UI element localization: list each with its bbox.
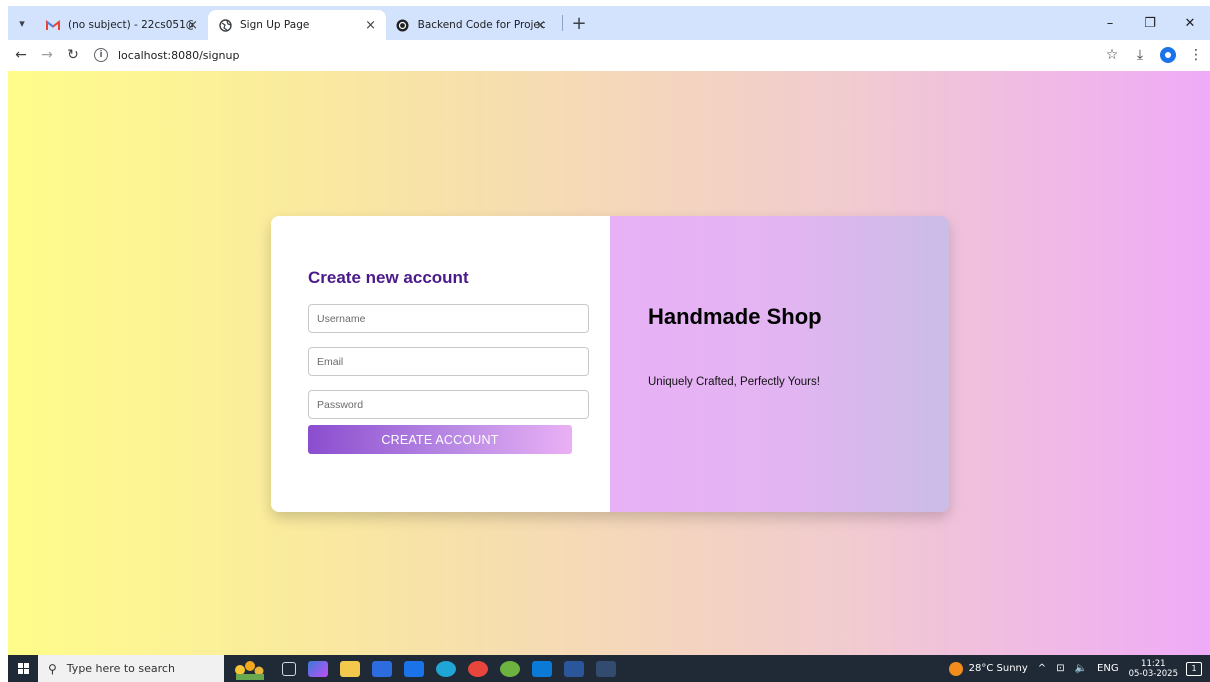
tab-separator	[562, 15, 563, 31]
pinned-apps	[276, 660, 622, 677]
taskbar: ⚲ Type here to search 28°C Sunny ^ ⊡ 🔈 E…	[8, 655, 1210, 682]
network-icon[interactable]: ⊡	[1056, 663, 1064, 674]
microsoft-store-icon[interactable]	[372, 660, 392, 677]
edge-icon[interactable]	[436, 660, 456, 677]
minimize-icon[interactable]: –	[1090, 16, 1130, 31]
language-indicator[interactable]: ENG	[1097, 663, 1119, 674]
close-window-icon[interactable]: ✕	[1170, 16, 1210, 31]
flower-widget-icon[interactable]	[224, 655, 276, 682]
signup-form-panel: Create new account CREATE ACCOUNT	[271, 216, 610, 512]
chatgpt-icon	[396, 18, 410, 32]
clock[interactable]: 11:21 05-03-2025	[1129, 659, 1178, 679]
clock-date: 05-03-2025	[1128, 668, 1178, 679]
file-explorer-icon[interactable]	[340, 660, 360, 677]
site-info-icon[interactable]: i	[94, 48, 108, 62]
clock-time: 11:21	[1141, 658, 1166, 669]
password-input[interactable]	[308, 390, 589, 419]
search-icon: ⚲	[48, 661, 57, 676]
create-account-button[interactable]: CREATE ACCOUNT	[308, 425, 572, 454]
forward-icon[interactable]: →	[34, 47, 60, 63]
toolbar-actions: ☆ ⤓ ⋮	[1098, 40, 1210, 70]
reload-icon[interactable]: ↻	[60, 47, 86, 63]
close-tab-icon[interactable]: ×	[365, 18, 376, 33]
close-tab-icon[interactable]: ×	[187, 18, 198, 33]
windows-icon	[17, 663, 29, 674]
tab-backend-code[interactable]: Backend Code for Project ×	[386, 10, 556, 40]
start-button[interactable]	[8, 663, 38, 674]
volume-icon[interactable]: 🔈	[1075, 663, 1087, 674]
tab-title: (no subject) - 22cs051@psr.edu	[68, 19, 193, 31]
url-text: localhost:8080/signup	[118, 48, 240, 62]
system-tray: 28°C Sunny ^ ⊡ 🔈 ENG 11:21 05-03-2025 1	[948, 655, 1210, 682]
globe-icon	[218, 18, 232, 32]
tab-search-chevron-icon[interactable]: ▾	[8, 9, 36, 37]
tab-gmail[interactable]: (no subject) - 22cs051@psr.edu ×	[36, 10, 208, 40]
tab-title: Sign Up Page	[240, 19, 310, 31]
menu-kebab-icon[interactable]: ⋮	[1182, 47, 1210, 63]
taskbar-search[interactable]: ⚲ Type here to search	[38, 655, 224, 682]
spring-tool-icon[interactable]	[500, 660, 520, 677]
browser-toolbar: ← → ↻ i localhost:8080/signup ☆ ⤓ ⋮	[8, 40, 1210, 70]
gmail-icon	[46, 18, 60, 32]
tab-title: Backend Code for Project	[417, 19, 546, 31]
address-bar[interactable]: i localhost:8080/signup	[94, 43, 239, 67]
download-icon[interactable]: ⤓	[1126, 47, 1154, 63]
chevron-up-icon[interactable]: ^	[1038, 663, 1046, 674]
notification-icon[interactable]: 1	[1186, 661, 1202, 676]
weather-text[interactable]: 28°C Sunny	[969, 663, 1028, 674]
tab-sign-up-page[interactable]: Sign Up Page ×	[208, 10, 386, 40]
page-viewport: Create new account CREATE ACCOUNT Handma…	[8, 71, 1210, 655]
word-icon[interactable]	[564, 660, 584, 677]
weather-icon[interactable]	[948, 661, 963, 676]
back-icon[interactable]: ←	[8, 47, 34, 63]
close-tab-icon[interactable]: ×	[535, 18, 546, 33]
brand-panel: Handmade Shop Uniquely Crafted, Perfectl…	[610, 216, 949, 512]
tab-strip: ▾ (no subject) - 22cs051@psr.edu × Sign …	[8, 6, 1210, 40]
vscode-icon[interactable]	[532, 660, 552, 677]
signup-card: Create new account CREATE ACCOUNT Handma…	[271, 216, 949, 512]
window-controls: – ❐ ✕	[1090, 6, 1210, 40]
bookmark-star-icon[interactable]: ☆	[1098, 47, 1126, 63]
outlook-icon[interactable]	[404, 660, 424, 677]
shop-tagline: Uniquely Crafted, Perfectly Yours!	[648, 376, 820, 388]
restore-icon[interactable]: ❐	[1130, 16, 1170, 31]
email-input[interactable]	[308, 347, 589, 376]
search-placeholder: Type here to search	[66, 662, 175, 675]
snipping-tool-icon[interactable]	[596, 660, 616, 677]
profile-avatar-icon[interactable]	[1160, 47, 1176, 63]
new-tab-button[interactable]: +	[569, 13, 589, 34]
shop-title: Handmade Shop	[648, 304, 822, 329]
chrome-icon[interactable]	[468, 660, 488, 677]
task-view-icon[interactable]	[282, 661, 296, 676]
username-input[interactable]	[308, 304, 589, 333]
copilot-icon[interactable]	[308, 660, 328, 677]
form-title: Create new account	[308, 268, 469, 287]
